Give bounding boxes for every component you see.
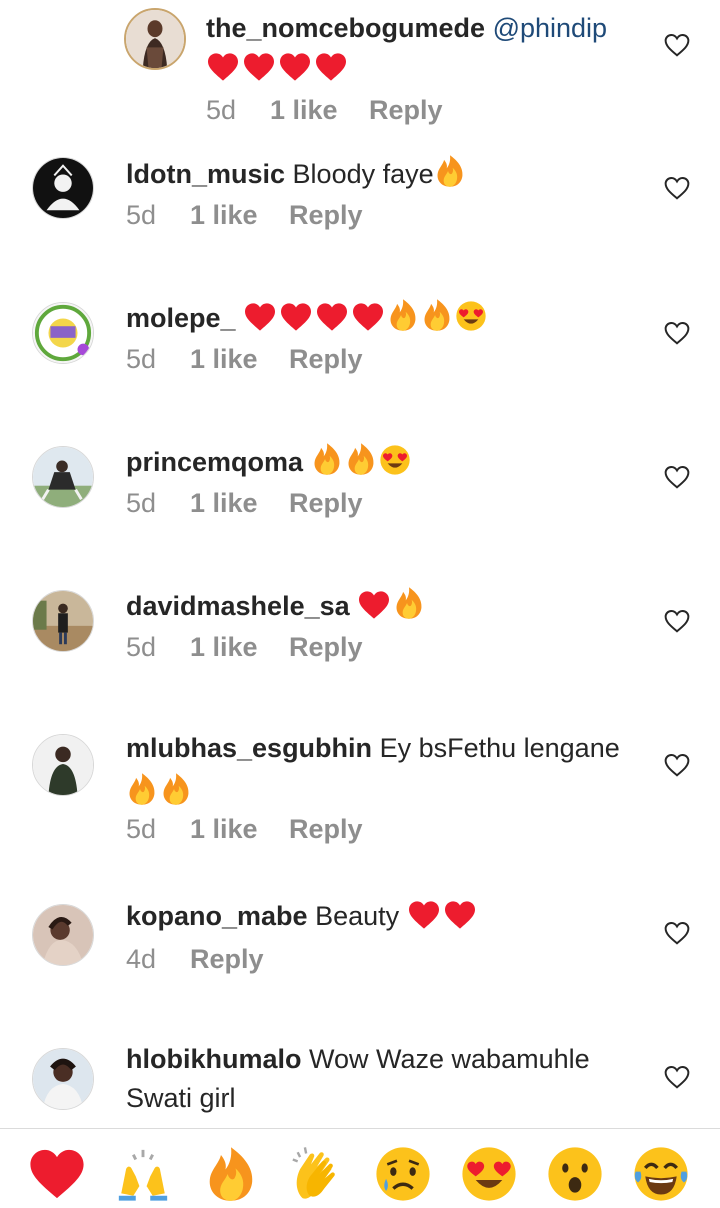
comment-time: 5d [126,632,157,662]
raising-hands-icon[interactable] [114,1145,172,1203]
comment-likes[interactable]: 1 like [190,200,258,231]
red-heart-icon [407,900,441,930]
comment-text: Wow Waze wabamuhle [309,1044,590,1074]
fire-icon [421,298,453,332]
comment-time: 5d [126,200,157,230]
reply-button[interactable]: Reply [289,344,363,375]
fire-icon [311,442,343,476]
comment-username[interactable]: ldotn_music [126,159,285,189]
comment-emoji-line [126,772,194,810]
comment-username[interactable]: hlobikhumalo [126,1044,302,1074]
comment-time: 5d [126,814,157,844]
fire-icon [434,154,466,188]
heart-eyes-icon [379,444,411,476]
heart-eyes-icon [455,300,487,332]
red-heart-icon [357,590,391,620]
red-heart-icon [206,52,240,82]
red-heart-icon [443,900,477,930]
comment-header: davidmashele_sa [126,586,427,624]
fire-icon [126,772,158,806]
comment-text: Bloody faye [292,159,434,189]
fire-icon [393,586,425,620]
avatar[interactable] [32,302,94,364]
red-heart-icon [243,302,277,332]
like-heart-icon[interactable] [664,1065,690,1089]
comment-text: Ey bsFethu lengane [379,733,620,763]
red-heart-icon [314,52,348,82]
comment-username[interactable]: davidmashele_sa [126,591,350,621]
like-heart-icon[interactable] [664,465,690,489]
comment-likes[interactable]: 1 like [190,632,258,663]
reply-button[interactable]: Reply [289,200,363,231]
comment-header: the_nomcebogumede @phindip [206,10,607,46]
red-heart-icon [242,52,276,82]
comment-username[interactable]: mlubhas_esgubhin [126,733,372,763]
avatar[interactable] [32,157,94,219]
avatar[interactable] [32,1048,94,1110]
fire-icon [345,442,377,476]
like-heart-icon[interactable] [664,33,690,57]
red-heart-icon [279,302,313,332]
avatar[interactable] [32,590,94,652]
sad-face-icon[interactable] [374,1145,432,1203]
comment-username[interactable]: the_nomcebogumede [206,13,485,43]
comment-likes[interactable]: 1 like [190,344,258,375]
comment-username[interactable]: kopano_mabe [126,901,308,931]
comment-likes[interactable]: 1 like [190,814,258,845]
comment-header: kopano_mabe Beauty [126,898,479,934]
tears-of-joy-icon[interactable] [632,1145,690,1203]
fire-icon [160,772,192,806]
comment-username[interactable]: princemqoma [126,447,303,477]
comment-header: mlubhas_esgubhin Ey bsFethu lengane [126,730,620,766]
comment-username[interactable]: molepe_ [126,303,236,333]
red-heart-icon [315,302,349,332]
reply-button[interactable]: Reply [289,814,363,845]
red-heart-icon [351,302,385,332]
avatar[interactable] [32,446,94,508]
fire-icon [387,298,419,332]
avatar[interactable] [32,904,94,966]
like-heart-icon[interactable] [664,753,690,777]
comment-text: Swati girl [126,1083,236,1113]
clapping-hands-icon[interactable] [288,1145,346,1203]
comment-likes[interactable]: 1 like [190,488,258,519]
heart-eyes-icon[interactable] [460,1145,518,1203]
red-heart-icon[interactable] [28,1145,86,1203]
comment-time: 5d [126,344,157,374]
avatar[interactable] [32,734,94,796]
comment-header: molepe_ [126,298,489,336]
comment-mention[interactable]: @phindip [493,13,608,43]
comment-text: Beauty [315,901,400,931]
like-heart-icon[interactable] [664,609,690,633]
comment-emoji-line [206,50,350,86]
comment-time: 5d [126,488,157,518]
comment-header: ldotn_music Bloody faye [126,154,468,192]
like-heart-icon[interactable] [664,321,690,345]
surprised-face-icon[interactable] [546,1145,604,1203]
like-heart-icon[interactable] [664,921,690,945]
fire-icon[interactable] [202,1145,260,1203]
quick-reaction-bar [0,1128,720,1208]
reply-button[interactable]: Reply [190,944,264,975]
comment-header: hlobikhumalo Wow Waze wabamuhle [126,1041,590,1077]
reply-button[interactable]: Reply [289,488,363,519]
reply-button[interactable]: Reply [369,95,443,126]
red-heart-icon [278,52,312,82]
comment-time: 5d [206,95,237,125]
reply-button[interactable]: Reply [289,632,363,663]
comment-likes[interactable]: 1 like [270,95,338,126]
comment-header: princemqoma [126,442,413,480]
comment-time: 4d [126,944,157,974]
like-heart-icon[interactable] [664,176,690,200]
comment-text-line2: Swati girl [126,1080,236,1116]
avatar[interactable] [124,8,186,70]
